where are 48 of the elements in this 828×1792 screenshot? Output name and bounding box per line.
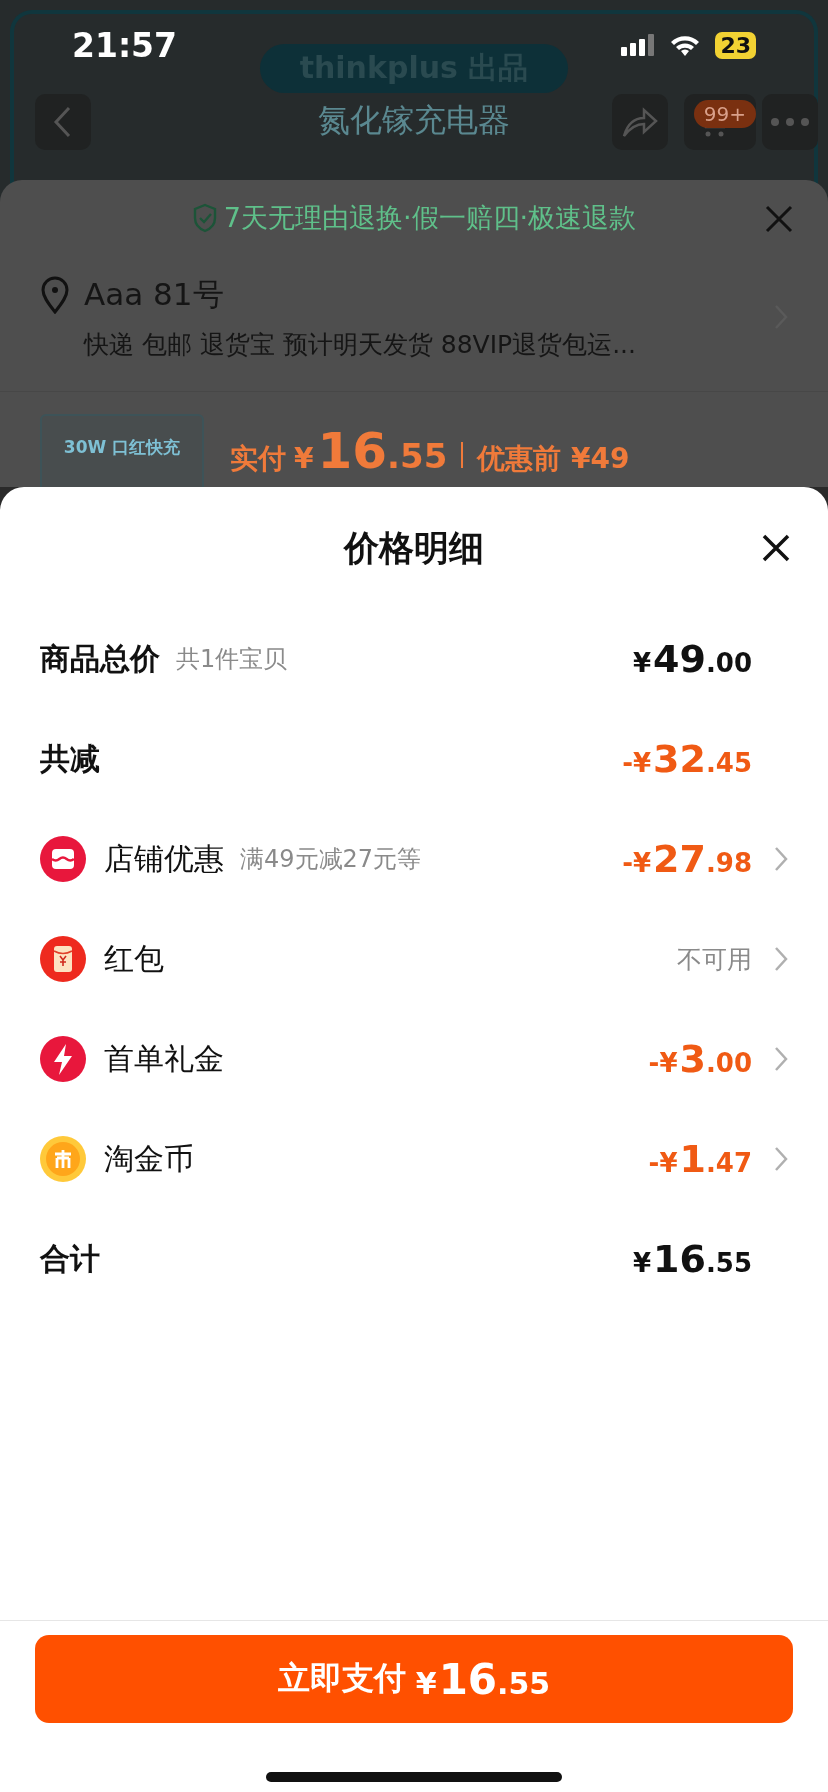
more-button[interactable] bbox=[762, 94, 818, 150]
back-button[interactable] bbox=[35, 94, 91, 150]
price-amount: ¥49.00 bbox=[632, 637, 752, 681]
discount-amount: -¥3.00 bbox=[648, 1037, 752, 1081]
chevron-right-icon[interactable] bbox=[774, 1146, 788, 1172]
price-row-label: 合计 bbox=[40, 1239, 100, 1278]
coin-icon bbox=[40, 1136, 86, 1182]
discount-amount: -¥27.98 bbox=[622, 837, 752, 881]
price-row-label: 商品总价 bbox=[40, 639, 160, 678]
price-row-label: 首单礼金 bbox=[104, 1039, 224, 1078]
chevron-right-icon[interactable] bbox=[774, 1046, 788, 1072]
shield-icon bbox=[191, 203, 218, 233]
lightning-icon bbox=[40, 1036, 86, 1082]
share-button[interactable] bbox=[612, 94, 668, 150]
cart-button[interactable]: 99+ bbox=[684, 94, 756, 150]
product-thumbnail: 30W 口红快充 bbox=[40, 414, 204, 487]
sheet-title: 价格明细 bbox=[344, 526, 484, 570]
more-icon bbox=[771, 118, 809, 126]
signal-icon bbox=[621, 34, 656, 56]
price-row-label: 共减 bbox=[40, 739, 100, 778]
original-price: 优惠前 ¥49 bbox=[477, 441, 630, 477]
paid-label: 实付 bbox=[230, 441, 286, 477]
paid-price: ¥16.55 bbox=[294, 422, 448, 480]
chevron-right-icon[interactable] bbox=[774, 946, 788, 972]
discount-amount: -¥32.45 bbox=[622, 737, 752, 781]
location-pin-icon bbox=[40, 276, 70, 314]
price-row-label: 淘金币 bbox=[104, 1139, 194, 1178]
status-time: 21:57 bbox=[72, 25, 179, 65]
price-row-note: 共1件宝贝 bbox=[176, 644, 288, 675]
wifi-icon bbox=[669, 33, 702, 57]
envelope-icon bbox=[40, 936, 86, 982]
shop-icon bbox=[40, 836, 86, 882]
product-subtitle: 氮化镓充电器 bbox=[318, 100, 510, 141]
price-row-label: 店铺优惠 bbox=[104, 839, 224, 878]
address-text: Aaa 81号 bbox=[84, 275, 225, 314]
price-row-note: 满49元减27元等 bbox=[240, 844, 422, 875]
status-text: 不可用 bbox=[677, 943, 752, 976]
back-icon bbox=[53, 105, 73, 139]
guarantee-text: 7天无理由退换·假一赔四·极速退款 bbox=[223, 201, 637, 235]
price-amount: ¥16.55 bbox=[632, 1237, 752, 1281]
battery-level: 23 bbox=[715, 31, 756, 59]
discount-amount: -¥1.47 bbox=[648, 1137, 752, 1181]
pay-now-button[interactable]: 立即支付 ¥16.55 bbox=[35, 1635, 793, 1723]
share-icon bbox=[622, 106, 658, 138]
chevron-right-icon[interactable] bbox=[774, 846, 788, 872]
close-icon[interactable] bbox=[762, 534, 790, 562]
price-row-label: 红包 bbox=[104, 939, 164, 978]
delivery-info: 快递 包邮 退货宝 预计明天发货 88VIP退货包运... bbox=[84, 329, 636, 361]
